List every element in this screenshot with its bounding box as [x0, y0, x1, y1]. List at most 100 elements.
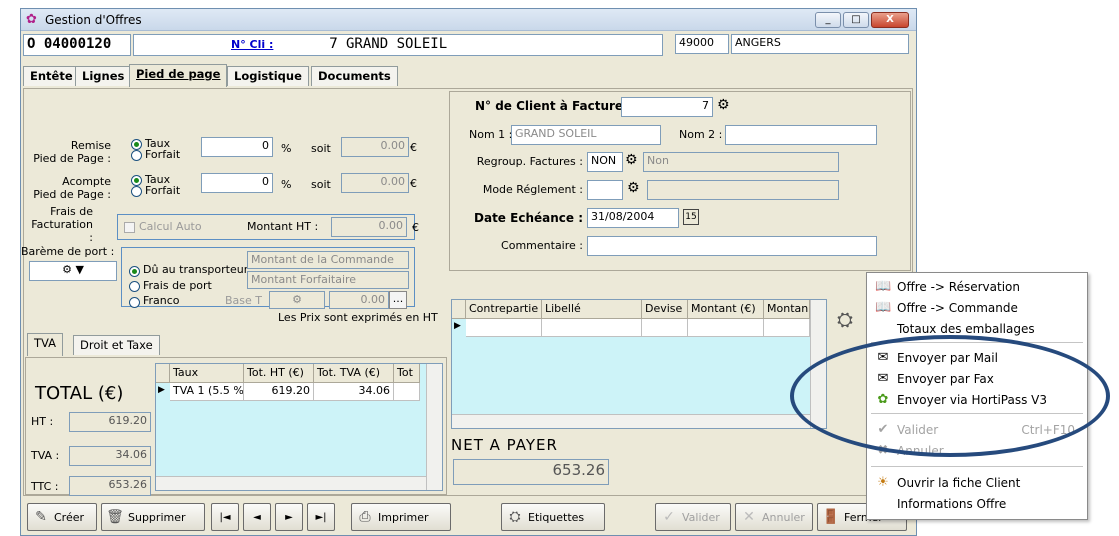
menu-ouvrir-fiche-client[interactable]: ☀ Ouvrir la fiche Client	[871, 472, 1083, 493]
highlight-ellipse	[790, 335, 1110, 457]
port-mode-value: Montant de la Commande	[251, 253, 394, 266]
imprimer-button[interactable]: ⎙ Imprimer	[351, 503, 451, 531]
grid-horizontal-scrollbar[interactable]	[452, 414, 810, 428]
mode-text-field	[647, 180, 839, 200]
menu-informations-offre[interactable]: Informations Offre	[871, 493, 1083, 514]
remise-soit-field: 0.00	[341, 137, 409, 157]
invoice-client-field[interactable]: 7	[621, 97, 713, 117]
tab-droit-taxe[interactable]: Droit et Taxe	[73, 335, 160, 355]
col-tot[interactable]: Tot	[394, 364, 420, 383]
tva-cell-tot[interactable]	[394, 383, 420, 401]
menu-label: Offre -> Réservation	[897, 279, 1020, 294]
port-amount-select[interactable]: Montant Forfaitaire	[247, 271, 409, 289]
offer-number-field[interactable]: O 04000120	[23, 34, 131, 56]
client-number-link[interactable]: N° Cli :	[231, 38, 273, 51]
col-contrepartie[interactable]: Contrepartie	[466, 300, 542, 319]
offers-window: ✿ Gestion d'Offres _ □ X O 04000120 N° C…	[20, 8, 917, 536]
remise-taux-radio[interactable]	[131, 139, 142, 150]
next-record-button[interactable]: ►	[275, 503, 303, 531]
menu-offre-reservation[interactable]: 📖 Offre -> Réservation	[871, 276, 1083, 297]
client-lookup-icon[interactable]: ⚙	[717, 97, 730, 113]
base-value-field: 0.00	[329, 291, 389, 309]
postal-code-field[interactable]: 49000	[675, 34, 729, 54]
minimize-button[interactable]: _	[815, 12, 841, 28]
tva-cell-tva[interactable]: 34.06	[314, 383, 394, 401]
echeance-field[interactable]: 31/08/2004	[587, 208, 679, 228]
maximize-button[interactable]: □	[843, 12, 869, 28]
nom2-label: Nom 2 :	[679, 128, 723, 141]
acompte-percent: %	[281, 178, 292, 191]
tva-horizontal-scrollbar[interactable]	[156, 476, 426, 490]
tab-logistique[interactable]: Logistique	[227, 66, 309, 86]
tab-documents[interactable]: Documents	[311, 66, 398, 86]
port-du-radio[interactable]	[129, 266, 140, 277]
tva-vertical-scrollbar[interactable]	[426, 364, 442, 490]
nom2-field[interactable]	[725, 125, 877, 145]
acompte-taux-radio[interactable]	[131, 175, 142, 186]
echeance-label: Date Echéance :	[474, 211, 583, 225]
acompte-label: Acompte Pied de Page :	[33, 175, 111, 201]
grid-cell[interactable]	[764, 319, 810, 337]
col-taux[interactable]: Taux	[170, 364, 244, 383]
bareme-select[interactable]: ⚙ ▼	[29, 261, 117, 281]
tab-tva[interactable]: TVA	[27, 333, 64, 356]
tva-label: TVA :	[31, 449, 60, 462]
regroup-field[interactable]: NON	[587, 152, 623, 172]
port-mode-select[interactable]: Montant de la Commande	[247, 251, 409, 269]
remise-soit-label: soit	[311, 142, 331, 155]
tva-grid[interactable]: Taux Tot. HT (€) Tot. TVA (€) Tot ▶ TVA …	[155, 363, 443, 491]
first-record-button[interactable]: |◄	[211, 503, 239, 531]
contrepartie-grid[interactable]: Contrepartie Libellé Devise Montant (€) …	[451, 299, 827, 429]
remise-value-field[interactable]: 0	[201, 137, 273, 157]
col-montant2[interactable]: Montan	[764, 300, 810, 319]
port-frais-radio[interactable]	[129, 281, 140, 292]
creer-button[interactable]: ✎ Créer	[27, 503, 97, 531]
acompte-forfait-label: Forfait	[145, 184, 181, 197]
prev-record-button[interactable]: ◄	[243, 503, 271, 531]
grid-cell[interactable]	[642, 319, 688, 337]
grid-cell[interactable]	[466, 319, 542, 337]
calcul-auto-checkbox[interactable]	[124, 222, 135, 233]
mode-lookup-icon[interactable]: ⚙	[627, 180, 640, 196]
close-button[interactable]: X	[871, 12, 909, 28]
tva-cell-ht[interactable]: 619.20	[244, 383, 314, 401]
commentaire-field[interactable]	[587, 236, 877, 256]
tva-cell-taux[interactable]: TVA 1 (5.5 %	[170, 383, 244, 401]
acompte-forfait-radio[interactable]	[131, 186, 142, 197]
mode-label: Mode Réglement :	[482, 183, 583, 196]
tab-entete[interactable]: Entête	[23, 66, 80, 86]
annuler-button[interactable]: ✕ Annuler	[735, 503, 813, 531]
acompte-value-field[interactable]: 0	[201, 173, 273, 193]
supprimer-button[interactable]: 🗑 Supprimer	[101, 503, 205, 531]
col-tot-tva[interactable]: Tot. TVA (€)	[314, 364, 394, 383]
row-pointer-icon: ▶	[158, 385, 165, 395]
menu-offre-commande[interactable]: 📖 Offre -> Commande	[871, 297, 1083, 318]
tab-lignes[interactable]: Lignes	[75, 66, 132, 86]
etiquettes-button[interactable]: ⛭ Etiquettes	[501, 503, 605, 531]
col-tot-ht[interactable]: Tot. HT (€)	[244, 364, 314, 383]
montant-ht-label: Montant HT :	[247, 220, 319, 233]
remise-forfait-radio[interactable]	[131, 150, 142, 161]
grid-action-icon[interactable]: ⛭	[837, 307, 853, 331]
trash-icon: 🗑	[106, 509, 124, 525]
valider-button[interactable]: ✓ Valider	[655, 503, 731, 531]
port-franco-radio[interactable]	[129, 297, 140, 308]
col-devise[interactable]: Devise	[642, 300, 688, 319]
col-libelle[interactable]: Libellé	[542, 300, 642, 319]
col-montant[interactable]: Montant (€)	[688, 300, 764, 319]
last-record-button[interactable]: ►|	[307, 503, 335, 531]
client-number: 7	[329, 36, 338, 52]
grid-corner	[156, 364, 170, 383]
cancel-icon: ✕	[743, 509, 755, 525]
tab-pied-de-page[interactable]: Pied de page	[129, 64, 228, 87]
grid-cell[interactable]	[542, 319, 642, 337]
city-field[interactable]: ANGERS	[731, 34, 909, 54]
base-ellipsis-button[interactable]: ...	[389, 291, 407, 309]
regroup-lookup-icon[interactable]: ⚙	[625, 152, 638, 168]
nom1-field[interactable]: GRAND SOLEIL	[511, 125, 661, 145]
net-value: 653.26	[453, 459, 609, 485]
calendar-icon[interactable]: 15	[683, 209, 699, 225]
grid-cell[interactable]	[688, 319, 764, 337]
mode-field[interactable]	[587, 180, 623, 200]
frais-label: Frais de Facturation :	[31, 205, 93, 244]
